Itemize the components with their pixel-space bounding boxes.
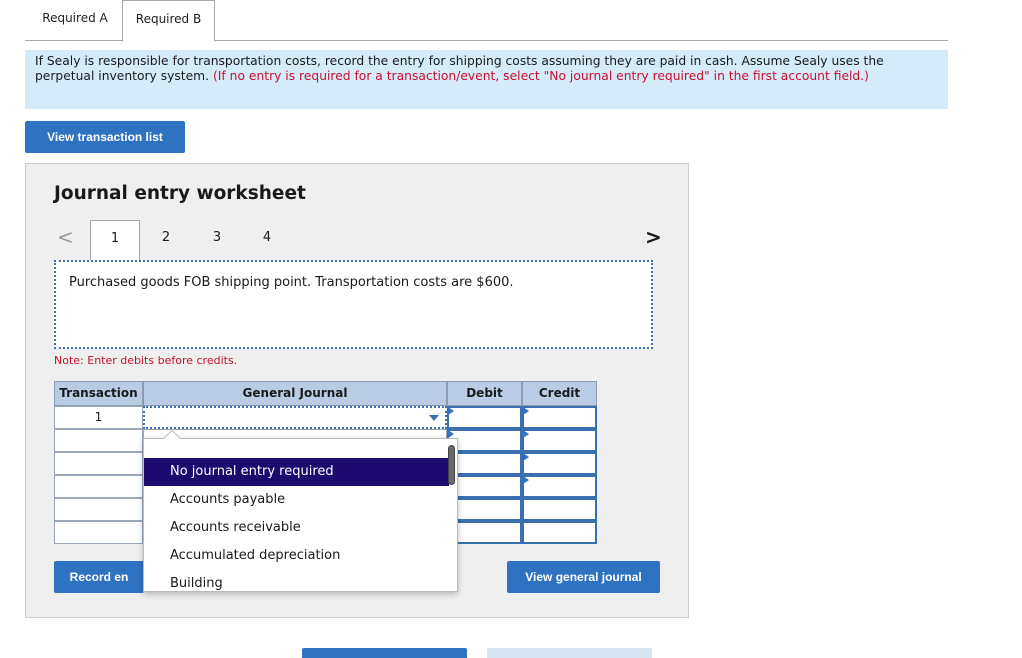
transaction-description: Purchased goods FOB shipping point. Tran… [69,275,514,290]
account-dropdown-list[interactable]: No journal entry required Accounts payab… [143,429,458,592]
dropdown-option-building[interactable]: Building [144,570,449,598]
debit-input[interactable] [447,498,522,521]
instructions-hint: (If no entry is required for a transacti… [213,69,869,83]
chevron-right-icon[interactable]: > [645,225,662,249]
header-credit: Credit [522,381,597,406]
row-transaction-number [54,475,143,498]
dropdown-option-accumulated-depreciation[interactable]: Accumulated depreciation [144,542,449,570]
credit-input[interactable] [522,475,597,498]
view-transaction-list-button[interactable]: View transaction list [25,121,185,153]
record-entry-button[interactable]: Record en [54,561,144,593]
row-transaction-number [54,429,143,452]
dropdown-option-accounts-payable[interactable]: Accounts payable [144,486,449,514]
tab-required-b[interactable]: Required B [122,0,215,42]
credit-input[interactable] [522,521,597,544]
header-general-journal: General Journal [143,381,447,406]
chevron-left-icon[interactable]: < [57,225,74,249]
debit-input[interactable] [447,452,522,475]
debit-input[interactable] [447,429,522,452]
dropdown-option-no-journal-entry[interactable]: No journal entry required [144,458,449,486]
tab-required-a[interactable]: Required A [28,0,122,41]
account-select[interactable] [143,406,447,429]
debit-input[interactable] [447,475,522,498]
header-debit: Debit [447,381,522,406]
row-transaction-number [54,498,143,521]
transaction-description-box: Purchased goods FOB shipping point. Tran… [54,260,653,349]
triangle-marker-icon [523,430,529,438]
tab-bar: Required A Required B [25,0,948,42]
credit-input[interactable] [522,452,597,475]
triangle-marker-icon [448,430,454,438]
debit-credit-note: Note: Enter debits before credits. [54,354,238,367]
debit-input[interactable] [447,521,522,544]
page-tab-3[interactable]: 3 [192,220,242,260]
row-transaction-number: 1 [54,406,143,429]
page-tab-4[interactable]: 4 [242,220,292,260]
previous-part-button[interactable] [302,648,467,658]
worksheet-title: Journal entry worksheet [54,183,306,204]
debit-input[interactable] [447,406,522,429]
view-general-journal-button[interactable]: View general journal [507,561,660,593]
triangle-marker-icon [448,407,454,415]
page-tab-2[interactable]: 2 [141,220,191,260]
page-tab-1[interactable]: 1 [90,220,140,260]
chevron-down-icon[interactable] [429,415,439,421]
credit-input[interactable] [522,406,597,429]
triangle-marker-icon [523,407,529,415]
credit-input[interactable] [522,429,597,452]
row-transaction-number [54,521,143,544]
next-part-button[interactable] [487,648,652,658]
triangle-marker-icon [523,453,529,461]
header-transaction: Transaction [54,381,143,406]
dropdown-option-accounts-receivable[interactable]: Accounts receivable [144,514,449,542]
instructions-panel: If Sealy is responsible for transportati… [25,50,948,109]
credit-input[interactable] [522,498,597,521]
triangle-marker-icon [523,476,529,484]
dropdown-scrollbar[interactable] [448,445,455,485]
row-transaction-number [54,452,143,475]
